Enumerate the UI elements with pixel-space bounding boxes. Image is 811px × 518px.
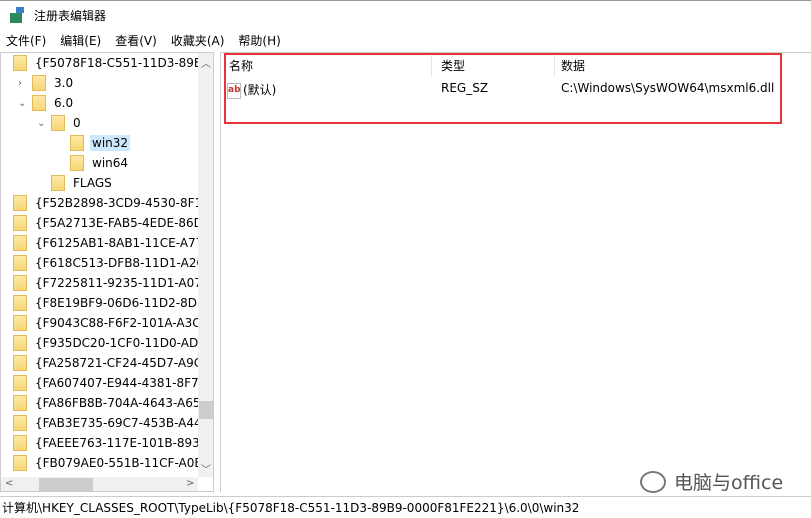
menu-item[interactable]: 帮助(H) <box>232 32 286 49</box>
vertical-scrollbar[interactable]: ︿ ﹀ <box>198 53 213 477</box>
tree-item[interactable]: {F5A2713E-FAB5-4EDE-86D5 <box>13 213 213 233</box>
tree-item[interactable]: {F6125AB1-8AB1-11CE-A77F <box>13 233 212 253</box>
tree-item-label: {FA607407-E944-4381-8F79- <box>35 376 211 390</box>
folder-icon <box>32 95 46 111</box>
tree-item-label: {F52B2898-3CD9-4530-8F1E- <box>35 196 214 210</box>
tree-item-label: {F618C513-DFB8-11D1-A2CF <box>35 256 212 270</box>
scroll-thumb[interactable] <box>39 478 93 491</box>
tree-item-label: {F8E19BF9-06D6-11D2-8D70 <box>35 296 213 310</box>
tree-item[interactable]: ⌄ 0 <box>37 113 83 133</box>
tree-item-label: {FAB3E735-69C7-453B-A446 <box>35 416 210 430</box>
window-title: 注册表编辑器 <box>34 9 107 23</box>
menu-item[interactable]: 查看(V) <box>109 32 163 49</box>
chevron-down-icon[interactable]: ⌄ <box>37 118 45 129</box>
scroll-right-icon[interactable]: > <box>186 478 194 489</box>
tree-item[interactable]: {FB079AE0-551B-11CF-A0BE <box>13 453 212 473</box>
tree-item[interactable]: {FAB3E735-69C7-453B-A446 <box>13 413 211 433</box>
tree-item[interactable]: {FA86FB8B-704A-4643-A656 <box>13 393 210 413</box>
title-bar: 注册表编辑器 <box>0 0 811 30</box>
wechat-icon <box>640 470 666 493</box>
folder-icon <box>32 75 46 91</box>
tree-item[interactable]: {FA258721-CF24-45D7-A9CB <box>13 353 212 373</box>
tree-item-label: win64 <box>92 156 129 170</box>
scroll-left-icon[interactable]: < <box>5 478 13 489</box>
status-bar: 计算机\HKEY_CLASSES_ROOT\TypeLib\{F5078F18-… <box>0 496 811 518</box>
tree-item-label: 3.0 <box>54 76 74 90</box>
folder-icon <box>13 315 27 331</box>
tree-item[interactable]: {FA607407-E944-4381-8F79- <box>13 373 213 393</box>
folder-icon <box>51 115 65 131</box>
folder-icon <box>13 215 27 231</box>
tree-item-label: {FA86FB8B-704A-4643-A656 <box>35 396 209 410</box>
folder-icon <box>13 335 27 351</box>
watermark: 电脑与office <box>640 468 783 495</box>
tree-item-label: {FB079AE0-551B-11CF-A0BE <box>35 456 211 470</box>
scroll-thumb[interactable] <box>199 401 213 419</box>
tree-item[interactable]: win64 <box>70 153 130 173</box>
folder-icon <box>13 55 27 71</box>
folder-icon <box>13 355 27 371</box>
folder-icon <box>13 455 27 471</box>
folder-icon <box>13 435 27 451</box>
folder-icon <box>13 255 27 271</box>
folder-icon <box>13 295 27 311</box>
scroll-up-icon[interactable]: ︿ <box>201 55 211 70</box>
menu-bar: 文件(F) 编辑(E) 查看(V) 收藏夹(A) 帮助(H) <box>0 30 289 50</box>
tree-item[interactable]: ⌄ 6.0 <box>18 93 75 113</box>
folder-icon <box>13 275 27 291</box>
folder-icon <box>13 375 27 391</box>
tree-item[interactable]: FLAGS <box>51 173 114 193</box>
tree-item[interactable]: {F9043C88-F6F2-101A-A3C9- <box>13 313 213 333</box>
watermark-text: 电脑与office <box>674 472 784 494</box>
tree-item-label: 0 <box>73 116 81 130</box>
folder-icon <box>70 155 84 171</box>
menu-item[interactable]: 文件(F) <box>0 32 52 49</box>
chevron-right-icon[interactable]: › <box>18 78 22 89</box>
highlight-box <box>224 53 782 124</box>
tree-item[interactable]: {F935DC20-1CF0-11D0-ADB9 <box>13 333 214 353</box>
tree-item[interactable]: {F7225811-9235-11D1-A072- <box>13 273 214 293</box>
folder-icon <box>13 415 27 431</box>
menu-item[interactable]: 收藏夹(A) <box>165 32 231 49</box>
tree-item[interactable]: {F52B2898-3CD9-4530-8F1E- <box>13 193 214 213</box>
tree-item[interactable]: {F5078F18-C551-11D3-89B9- <box>13 53 214 73</box>
tree-item-label: {F9043C88-F6F2-101A-A3C9- <box>35 316 213 330</box>
regedit-icon <box>8 6 26 25</box>
folder-icon <box>13 195 27 211</box>
tree-item-label: 6.0 <box>54 96 74 110</box>
tree-item-label: win32 <box>90 135 131 151</box>
tree-item[interactable]: {FAEEE763-117E-101B-8933- <box>13 433 213 453</box>
tree-item-label: {F5078F18-C551-11D3-89B9- <box>35 56 214 70</box>
tree-item[interactable]: › 3.0 <box>18 73 75 93</box>
tree-item[interactable]: win32 <box>70 133 131 153</box>
horizontal-scrollbar[interactable]: < > <box>1 477 198 491</box>
folder-icon <box>13 395 27 411</box>
tree-item-label: FLAGS <box>73 176 112 190</box>
chevron-down-icon[interactable]: ⌄ <box>18 98 26 109</box>
tree-item-label: {F7225811-9235-11D1-A072- <box>35 276 214 290</box>
scroll-down-icon[interactable]: ﹀ <box>201 461 211 476</box>
tree-item-label: {FAEEE763-117E-101B-8933- <box>35 436 212 450</box>
folder-icon <box>70 135 84 151</box>
tree-item-label: {F935DC20-1CF0-11D0-ADB9 <box>35 336 214 350</box>
tree-item-label: {F5A2713E-FAB5-4EDE-86D5 <box>35 216 211 230</box>
folder-icon <box>51 175 65 191</box>
menu-item[interactable]: 编辑(E) <box>54 32 107 49</box>
tree-item[interactable]: {F618C513-DFB8-11D1-A2CF <box>13 253 213 273</box>
tree-pane[interactable]: {FB079AE0-551B-11CF-A0BE {FAEEE763-117E-1… <box>0 52 214 492</box>
tree-item[interactable]: {F8E19BF9-06D6-11D2-8D70 <box>13 293 213 313</box>
folder-icon <box>13 235 27 251</box>
tree-item-label: {F6125AB1-8AB1-11CE-A77F <box>35 236 211 250</box>
tree-item-label: {FA258721-CF24-45D7-A9CB <box>35 356 211 370</box>
